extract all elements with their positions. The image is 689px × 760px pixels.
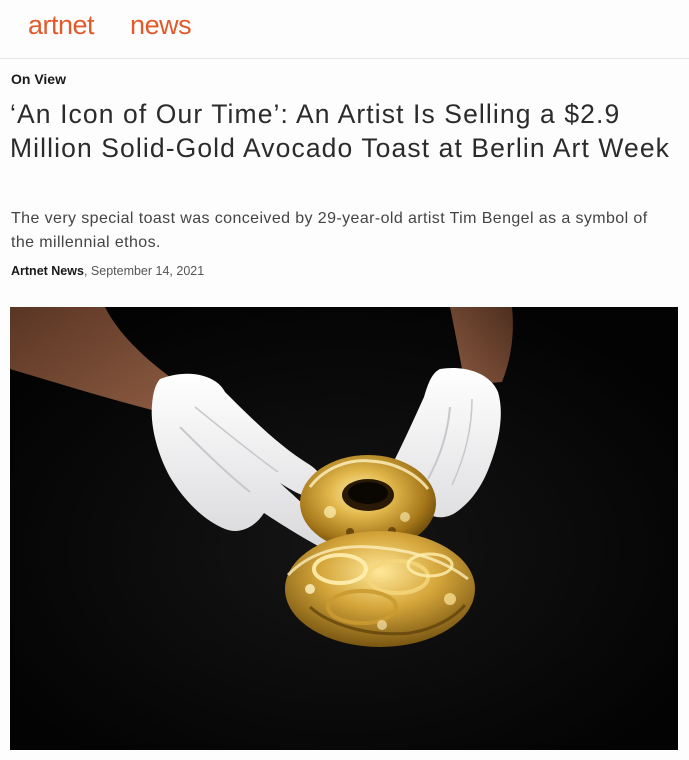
article-page: artnet news On View ‘An Icon of Our Time’… [0,0,689,760]
article-headline: ‘An Icon of Our Time’: An Artist Is Sell… [10,99,671,163]
artnet-news-logo[interactable]: artnet news [28,10,192,41]
author-link[interactable]: Artnet News [11,264,84,278]
article-dek: The very special toast was conceived by … [11,210,648,251]
logo-news-text: news [130,10,192,40]
hero-image [10,307,678,750]
byline: Artnet News, September 14, 2021 [11,264,204,278]
hero-photo-illustration [10,307,678,750]
publish-date: September 14, 2021 [90,264,205,278]
section-kicker-link[interactable]: On View [11,71,66,87]
logo-artnet-text: artnet [28,10,95,40]
byline-separator: , [83,264,88,278]
site-header: artnet news [0,0,689,59]
